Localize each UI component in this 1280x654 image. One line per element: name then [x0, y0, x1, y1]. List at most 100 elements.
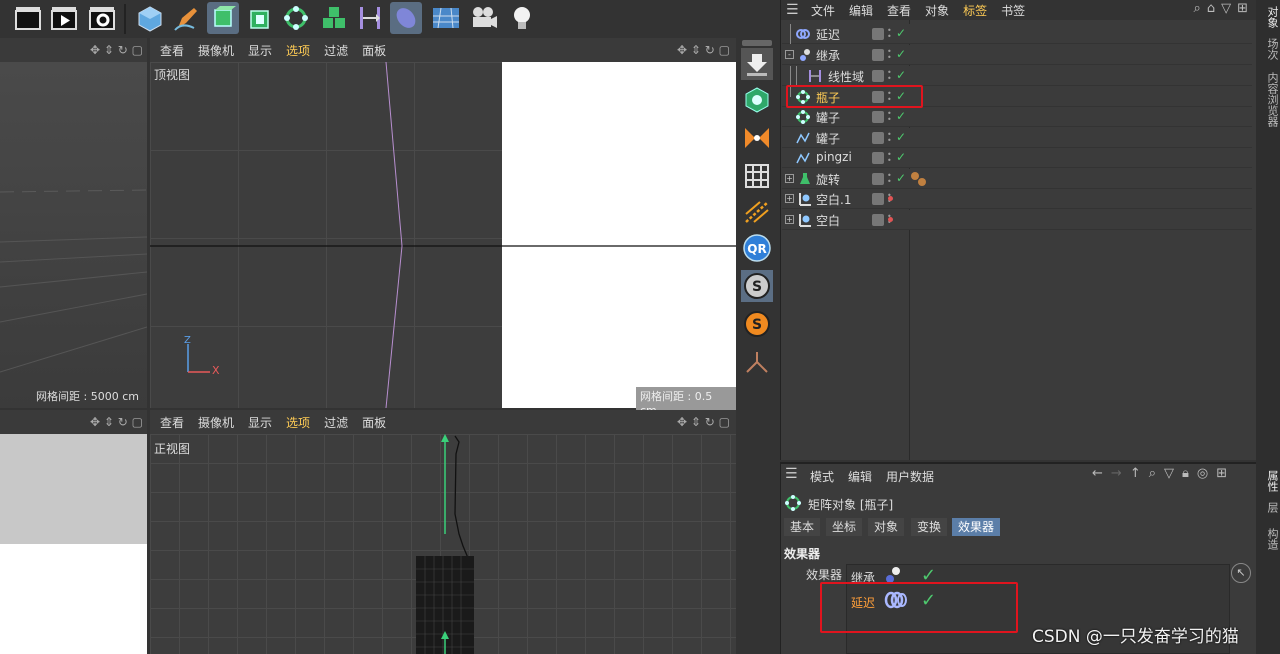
- light-icon[interactable]: [506, 2, 538, 34]
- clapper-icon[interactable]: [12, 2, 44, 34]
- camera-icon[interactable]: [468, 2, 500, 34]
- top-viewport[interactable]: 查看 摄像机 显示 选项 过滤 面板 ✥ ⇕ ↻ ▢ 顶视图 Z X 网格间距 …: [150, 38, 736, 418]
- tab-transform[interactable]: 变换: [911, 518, 948, 536]
- viewport-nav-icons[interactable]: ✥ ⇕ ↻ ▢: [677, 43, 730, 57]
- object-row[interactable]: pingzi: [782, 148, 1252, 168]
- attr-menu-userdata[interactable]: 用户数据: [886, 468, 934, 485]
- menu-panel[interactable]: 面板: [362, 42, 386, 59]
- deformer-icon[interactable]: [390, 2, 422, 34]
- menu-filter[interactable]: 过滤: [324, 42, 348, 59]
- viewport-nav-icons[interactable]: ✥ ⇕ ↻ ▢: [90, 415, 143, 429]
- viewport-nav-icons[interactable]: ✥ ⇕ ↻ ▢: [677, 415, 730, 429]
- attr-toolbar-icons[interactable]: ← → ↑ ⌕ ▽ 🔒︎ ◎ ⊞: [1092, 466, 1227, 481]
- visibility-dots[interactable]: ••: [887, 131, 893, 145]
- grid-icon[interactable]: [741, 160, 773, 192]
- s-plugin-orange-icon[interactable]: S: [741, 308, 773, 340]
- snap-icon[interactable]: [741, 84, 773, 116]
- menu-display[interactable]: 显示: [248, 42, 272, 59]
- axis-center-icon[interactable]: [741, 122, 773, 154]
- attr-menu-mode[interactable]: 模式: [810, 468, 834, 485]
- menu-filter[interactable]: 过滤: [324, 414, 348, 431]
- pointer-picker-icon[interactable]: ↖: [1231, 563, 1251, 583]
- side-tab-objects[interactable]: 对象: [1258, 6, 1280, 28]
- workplane-icon[interactable]: [741, 196, 773, 228]
- object-row[interactable]: + 旋转: [782, 169, 1252, 189]
- visibility-dots[interactable]: ••: [887, 69, 893, 83]
- layer-box[interactable]: [872, 152, 884, 164]
- enabled-check-icon[interactable]: ✓: [896, 171, 906, 185]
- om-menu-edit[interactable]: 编辑: [849, 2, 873, 19]
- front-viewport[interactable]: 查看 摄像机 显示 选项 过滤 面板 ✥ ⇕ ↻ ▢ 正视图: [150, 410, 736, 654]
- menu-panel[interactable]: 面板: [362, 414, 386, 431]
- disabled-dot-icon[interactable]: [888, 196, 893, 201]
- perspective-viewport[interactable]: ✥ ⇕ ↻ ▢ 网格间距 : 5000 cm: [0, 38, 147, 408]
- visibility-dots[interactable]: ••: [887, 151, 893, 165]
- floor-icon[interactable]: [430, 2, 462, 34]
- render-play-icon[interactable]: [48, 2, 80, 34]
- hamburger-menu-icon[interactable]: ☰: [786, 2, 799, 18]
- hamburger-menu-icon[interactable]: ☰: [785, 466, 798, 482]
- layer-box[interactable]: [872, 193, 884, 205]
- layer-box[interactable]: [872, 28, 884, 40]
- material-tag-icon[interactable]: [910, 171, 928, 187]
- om-menu-view[interactable]: 查看: [887, 2, 911, 19]
- side-tab-content-browser[interactable]: 内容浏览器: [1258, 72, 1280, 127]
- enabled-check-icon[interactable]: ✓: [896, 130, 906, 144]
- layer-box[interactable]: [872, 111, 884, 123]
- side-tab-structure[interactable]: 构造: [1258, 528, 1280, 550]
- enabled-check-icon[interactable]: ✓: [896, 109, 906, 123]
- enabled-check-icon[interactable]: ✓: [896, 47, 906, 61]
- generator-icon[interactable]: [207, 2, 239, 34]
- layer-box[interactable]: [872, 49, 884, 61]
- qr-plugin-icon[interactable]: QR: [741, 232, 773, 264]
- joint-icon[interactable]: [741, 346, 773, 378]
- side-tab-layers[interactable]: 层: [1258, 502, 1280, 513]
- menu-view[interactable]: 查看: [160, 414, 184, 431]
- menu-display[interactable]: 显示: [248, 414, 272, 431]
- object-row[interactable]: + 空白.1: [782, 189, 1252, 209]
- visibility-dots[interactable]: ••: [887, 48, 893, 62]
- om-menu-tags[interactable]: 标签: [963, 2, 987, 19]
- effector-icon[interactable]: [354, 2, 386, 34]
- object-row[interactable]: - 继承: [782, 45, 1252, 65]
- layer-box[interactable]: [872, 173, 884, 185]
- om-menu-file[interactable]: 文件: [811, 2, 835, 19]
- object-row[interactable]: 罐子: [782, 107, 1252, 127]
- tab-object[interactable]: 对象: [868, 518, 905, 536]
- om-toolbar-icons[interactable]: ⌕ ⌂ ▽ ⊞: [1194, 1, 1248, 16]
- cube-icon[interactable]: [134, 2, 166, 34]
- cloner-icon[interactable]: [318, 2, 350, 34]
- visibility-dots[interactable]: ••: [887, 110, 893, 124]
- side-tab-attributes[interactable]: 属性: [1258, 470, 1280, 492]
- object-row[interactable]: 线性域: [782, 66, 1252, 86]
- enabled-check-icon[interactable]: ✓: [896, 150, 906, 164]
- make-editable-icon[interactable]: [741, 48, 773, 80]
- side-tab-takes[interactable]: 场次: [1258, 38, 1280, 60]
- attr-menu-edit[interactable]: 编辑: [848, 468, 872, 485]
- render-settings-icon[interactable]: [86, 2, 118, 34]
- pen-icon[interactable]: [170, 2, 202, 34]
- s-plugin-gray-icon[interactable]: S: [741, 270, 773, 302]
- mograph-icon[interactable]: [280, 2, 312, 34]
- om-menu-bookmarks[interactable]: 书签: [1001, 2, 1025, 19]
- menu-camera[interactable]: 摄像机: [198, 414, 234, 431]
- object-row[interactable]: 延迟: [782, 24, 1252, 44]
- object-row[interactable]: 罐子: [782, 128, 1252, 148]
- deformer-box-icon[interactable]: [244, 2, 276, 34]
- menu-view[interactable]: 查看: [160, 42, 184, 59]
- object-row[interactable]: + 空白: [782, 210, 1252, 230]
- visibility-dots[interactable]: ••: [887, 172, 893, 186]
- visibility-dots[interactable]: ••: [887, 27, 893, 41]
- tab-effectors[interactable]: 效果器: [952, 518, 1001, 536]
- menu-options[interactable]: 选项: [286, 414, 310, 431]
- enabled-check-icon[interactable]: ✓: [896, 68, 906, 82]
- side-viewport[interactable]: ✥ ⇕ ↻ ▢: [0, 410, 147, 654]
- layer-box[interactable]: [872, 214, 884, 226]
- om-menu-object[interactable]: 对象: [925, 2, 949, 19]
- enabled-check-icon[interactable]: ✓: [896, 26, 906, 40]
- tab-coord[interactable]: 坐标: [826, 518, 863, 536]
- menu-camera[interactable]: 摄像机: [198, 42, 234, 59]
- tab-basic[interactable]: 基本: [784, 518, 821, 536]
- viewport-nav-icons[interactable]: ✥ ⇕ ↻ ▢: [90, 43, 143, 57]
- menu-options[interactable]: 选项: [286, 42, 310, 59]
